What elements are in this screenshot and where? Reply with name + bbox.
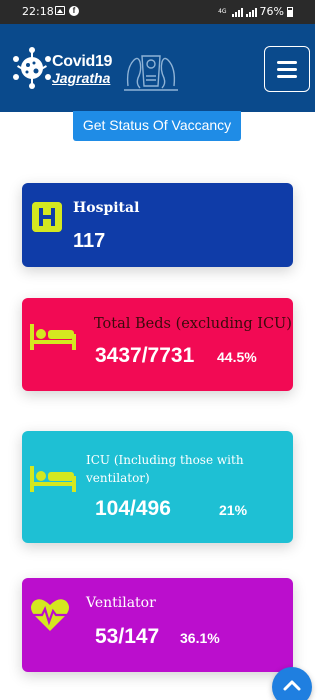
menu-button[interactable]	[264, 46, 310, 92]
ventilator-percent: 36.1%	[180, 630, 220, 646]
get-status-of-vacancy-button[interactable]: Get Status Of Vaccancy	[73, 111, 241, 141]
hospital-icon	[32, 202, 62, 232]
status-time: 22:18	[22, 5, 54, 18]
logo-line1: Covid19	[52, 53, 113, 70]
icu-percent: 21%	[219, 502, 248, 518]
bed-icon	[30, 466, 76, 492]
ventilator-card[interactable]: Ventilator 53/147 36.1%	[22, 578, 293, 672]
battery-percent: 76%	[259, 5, 284, 18]
app-header: Covid19 Jagratha	[0, 24, 315, 112]
notification-icons: f	[55, 6, 79, 16]
total-beds-value: 3437/7731	[95, 344, 195, 367]
scroll-to-top-button[interactable]	[272, 667, 312, 700]
heart-pulse-icon	[31, 599, 69, 631]
hospital-card[interactable]: Hospital 117	[22, 183, 293, 267]
signal-icon-2	[245, 7, 257, 17]
icu-title: ICU (Including those with ventilator)	[86, 453, 244, 485]
hospital-count: 117	[73, 230, 106, 252]
hospital-title: Hospital	[73, 200, 140, 216]
status-right: 4G 76%	[218, 5, 293, 18]
icu-card[interactable]: ICU (Including those with ventilator) 10…	[22, 431, 293, 543]
total-beds-percent: 44.5%	[217, 349, 257, 365]
app-logo-text: Covid19 Jagratha	[52, 53, 112, 86]
total-beds-card[interactable]: Total Beds (excluding ICU) 3437/7731 44.…	[22, 298, 293, 391]
ventilator-title: Ventilator	[86, 595, 156, 611]
status-bar: 22:18 f 4G 76%	[0, 0, 315, 24]
bed-icon	[30, 324, 76, 350]
ventilator-value: 53/147	[95, 625, 160, 648]
logo-line2: Jagratha	[52, 70, 111, 86]
total-beds-title: Total Beds (excluding ICU)	[94, 316, 292, 332]
battery-icon	[287, 6, 293, 17]
kerala-emblem-icon	[124, 55, 178, 91]
gallery-icon	[55, 6, 65, 15]
chevron-up-icon	[283, 680, 301, 691]
icu-value: 104/496	[95, 497, 171, 520]
facebook-icon: f	[69, 6, 79, 16]
hamburger-menu-icon	[277, 60, 297, 64]
signal-icon	[231, 7, 243, 17]
virus-logo-icon	[13, 47, 51, 89]
network-type: 4G	[218, 7, 227, 15]
